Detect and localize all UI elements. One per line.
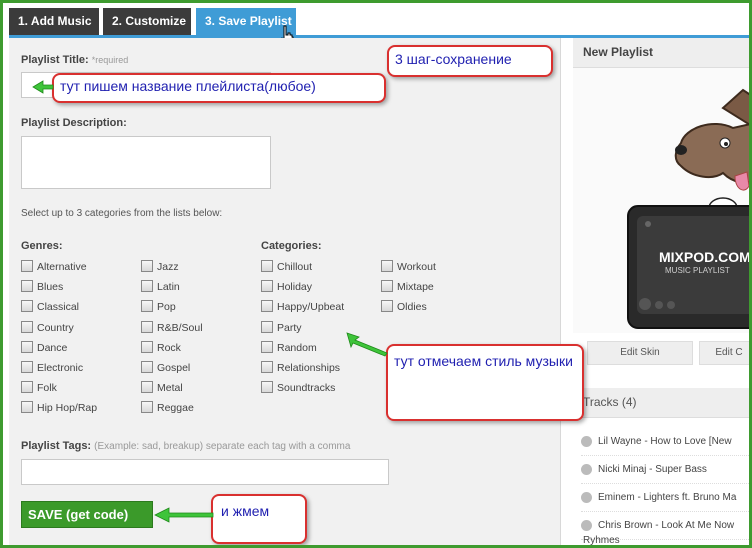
new-playlist-panel: New Playlist MIXPOD.COM MUSIC PLAYLIST E… xyxy=(573,38,751,546)
category-checkbox[interactable] xyxy=(261,340,273,353)
genre-checkbox[interactable] xyxy=(141,260,153,272)
track-row[interactable]: Lil Wayne - How to Love [New xyxy=(581,430,749,456)
genre-label: Latin xyxy=(157,281,180,294)
genre-label: R&B/Soul xyxy=(157,321,203,334)
genre-checkbox[interactable] xyxy=(21,260,33,272)
playlist-tags-label: Playlist Tags: (Example: sad, breakup) s… xyxy=(21,440,351,452)
category-label: Random xyxy=(277,341,317,354)
track-overflow-text: Ryhmes xyxy=(583,535,620,546)
annotation-press-note: и жмем xyxy=(211,494,307,544)
playlist-form-panel: Playlist Title: *required Playlist Descr… xyxy=(9,38,561,545)
genre-checkbox[interactable] xyxy=(141,300,153,313)
genre-checkbox[interactable] xyxy=(141,340,153,353)
genre-checkbox[interactable] xyxy=(141,320,153,333)
category-checkbox[interactable] xyxy=(381,260,393,272)
category-label: Chillout xyxy=(277,261,313,273)
annotation-step3: 3 шаг-сохранение xyxy=(387,45,553,77)
genre-checkbox[interactable] xyxy=(21,381,33,394)
category-label: Holiday xyxy=(277,281,313,294)
tracks-header: Tracks (4) xyxy=(573,388,749,418)
genre-checkbox[interactable] xyxy=(21,401,33,414)
playlist-title-label: Playlist Title: *required xyxy=(21,54,129,66)
category-checkbox[interactable] xyxy=(381,280,393,293)
category-label: Soundtracks xyxy=(277,382,336,395)
genre-label: Folk xyxy=(37,382,57,395)
play-icon[interactable] xyxy=(581,435,592,447)
genre-label: Metal xyxy=(157,382,183,395)
tab-add-music[interactable]: 1. Add Music xyxy=(9,8,99,35)
genre-checkbox[interactable] xyxy=(141,280,153,293)
genre-label: Dance xyxy=(37,341,68,354)
category-label: Party xyxy=(277,321,302,334)
genre-checkbox[interactable] xyxy=(21,320,33,333)
genre-label: Electronic xyxy=(37,362,84,374)
playlist-tags-input[interactable] xyxy=(21,459,389,485)
play-icon[interactable] xyxy=(581,463,592,475)
genre-checkbox[interactable] xyxy=(21,340,33,353)
track-title: Chris Brown - Look At Me Now xyxy=(598,520,735,531)
category-checkbox[interactable] xyxy=(261,361,273,373)
mixpod-logo-sub: MUSIC PLAYLIST xyxy=(665,266,730,275)
tab-customize[interactable]: 2. Customize xyxy=(103,8,191,35)
play-icon[interactable] xyxy=(581,491,592,503)
track-title: Eminem - Lighters ft. Bruno Ma xyxy=(598,492,737,503)
category-label: Relationships xyxy=(277,362,341,374)
genre-checkbox[interactable] xyxy=(141,401,153,414)
arrow-left-save-icon xyxy=(154,507,214,523)
category-checkbox[interactable] xyxy=(261,381,273,394)
genre-label: Pop xyxy=(157,301,176,314)
track-row[interactable]: Eminem - Lighters ft. Bruno Ma xyxy=(581,486,749,512)
playlist-description-input[interactable] xyxy=(21,136,271,189)
edit-skin-button[interactable]: Edit Skin xyxy=(587,341,693,365)
category-checkbox[interactable] xyxy=(261,280,273,293)
play-icon[interactable] xyxy=(581,519,592,531)
category-checkbox[interactable] xyxy=(261,320,273,333)
annotation-title-note: тут пишем название плейлиста(любое) xyxy=(52,73,386,103)
track-title: Nicki Minaj - Super Bass xyxy=(598,464,707,475)
genre-checkbox[interactable] xyxy=(21,300,33,313)
category-checkbox[interactable] xyxy=(261,260,273,272)
genre-checkbox[interactable] xyxy=(141,381,153,394)
category-label: Oldies xyxy=(397,301,427,314)
genre-label: Classical xyxy=(37,301,80,314)
genre-label: Gospel xyxy=(157,362,191,374)
mixpod-logo-text: MIXPOD.COM xyxy=(659,249,751,265)
track-row[interactable]: Nicki Minaj - Super Bass xyxy=(581,458,749,484)
page-frame: 1. Add Music 2. Customize 3. Save Playli… xyxy=(0,0,752,548)
edit-other-button[interactable]: Edit C xyxy=(699,341,749,365)
category-label: Workout xyxy=(397,261,436,273)
genre-label: Reggae xyxy=(157,402,194,415)
genre-checkbox[interactable] xyxy=(21,361,33,373)
new-playlist-header: New Playlist xyxy=(573,38,749,68)
categories-hint: Select up to 3 categories from the lists… xyxy=(21,208,223,219)
category-label: Mixtape xyxy=(397,281,434,294)
genre-label: Country xyxy=(37,321,74,334)
categories-label: Categories: xyxy=(261,240,322,252)
genre-label: Jazz xyxy=(157,261,179,273)
category-checkbox[interactable] xyxy=(261,300,273,313)
genre-label: Hip Hop/Rap xyxy=(37,402,98,415)
playlist-description-label: Playlist Description: xyxy=(21,117,127,129)
category-label: Happy/Upbeat xyxy=(277,301,345,314)
save-get-code-button[interactable]: SAVE (get code) xyxy=(21,501,153,528)
track-title: Lil Wayne - How to Love [New xyxy=(598,436,732,447)
genre-label: Alternative xyxy=(37,261,87,273)
genre-checkbox[interactable] xyxy=(141,361,153,373)
annotation-style-note: тут отмечаем стиль музыки xyxy=(386,344,584,421)
arrow-diagonal-icon xyxy=(346,332,388,357)
genre-label: Rock xyxy=(157,341,181,354)
arrow-left-icon xyxy=(32,80,54,94)
player-preview: MIXPOD.COM MUSIC PLAYLIST xyxy=(573,68,751,333)
genres-label: Genres: xyxy=(21,240,63,252)
category-checkbox[interactable] xyxy=(381,300,393,313)
mixpod-player-image: MIXPOD.COM MUSIC PLAYLIST xyxy=(627,88,751,329)
genre-label: Blues xyxy=(37,281,64,294)
genre-checkbox[interactable] xyxy=(21,280,33,293)
